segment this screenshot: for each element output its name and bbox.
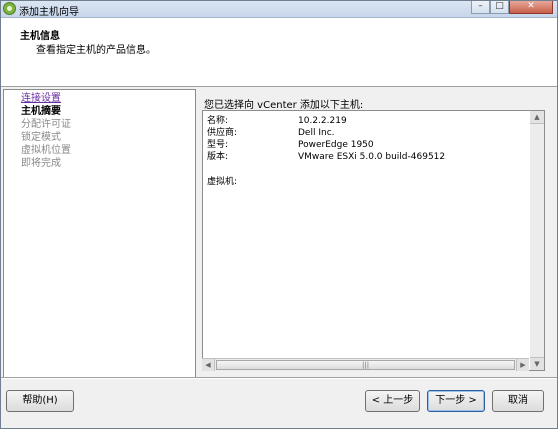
field-label-vendor: 供应商: [207,128,238,138]
host-details-panel: 名称: 10.2.2.219 供应商: Dell Inc. 型号: PowerE… [202,110,531,371]
minimize-button[interactable]: – [471,1,490,14]
vsphere-wizard-icon [3,2,16,15]
close-button[interactable]: ✕ [509,1,553,14]
field-value-vendor: Dell Inc. [298,128,335,138]
scroll-up-arrow-icon[interactable]: ▲ [530,111,544,124]
field-value-name: 10.2.2.219 [298,116,347,126]
summary-heading: 您已选择向 vCenter 添加以下主机: [204,100,364,111]
footer-divider [1,377,557,379]
field-value-model: PowerEdge 1950 [298,140,374,150]
close-icon: ✕ [527,1,535,11]
step-host-summary: 主机摘要 [21,106,61,117]
field-label-model: 型号: [207,140,229,150]
scroll-down-arrow-icon[interactable]: ▼ [530,357,544,370]
step-ready-to-complete: 即将完成 [21,158,61,169]
step-lockdown-mode: 锁定模式 [21,132,61,143]
wizard-header: 主机信息 查看指定主机的产品信息。 [1,18,557,87]
vertical-scrollbar[interactable]: ▲ ▼ [530,110,545,371]
window-title: 添加主机向导 [19,7,79,18]
minimize-icon: – [478,1,483,11]
help-button[interactable]: 帮助(H) [6,390,74,412]
page-subtitle: 查看指定主机的产品信息。 [36,45,156,56]
grip-icon: ||| [362,361,370,369]
scroll-left-arrow-icon[interactable]: ◀ [202,359,215,371]
field-value-version: VMware ESXi 5.0.0 build-469512 [298,152,446,162]
horizontal-scroll-thumb[interactable]: ||| [216,360,515,370]
horizontal-scrollbar[interactable]: ◀ ||| ▶ [202,358,529,371]
maximize-button[interactable]: □ [490,1,509,14]
field-label-name: 名称: [207,116,229,126]
field-label-version: 版本: [207,152,229,162]
title-bar: 添加主机向导 – □ ✕ [1,1,557,18]
cancel-button[interactable]: 取消 [492,390,544,412]
maximize-icon: □ [495,1,504,11]
wizard-steps-panel: 连接设置 主机摘要 分配许可证 锁定模式 虚拟机位置 即将完成 [3,89,196,379]
add-host-wizard-window: 添加主机向导 – □ ✕ 主机信息 查看指定主机的产品信息。 连接设置 主机摘要… [0,0,558,429]
field-label-vms: 虚拟机: [207,177,238,187]
next-button[interactable]: 下一步 > [427,390,485,412]
step-connection-settings[interactable]: 连接设置 [21,93,61,105]
back-button[interactable]: < 上一步 [365,390,420,412]
step-assign-license: 分配许可证 [21,119,71,130]
step-vm-location: 虚拟机位置 [21,145,71,156]
page-title: 主机信息 [20,31,60,42]
scroll-right-arrow-icon[interactable]: ▶ [516,359,529,371]
